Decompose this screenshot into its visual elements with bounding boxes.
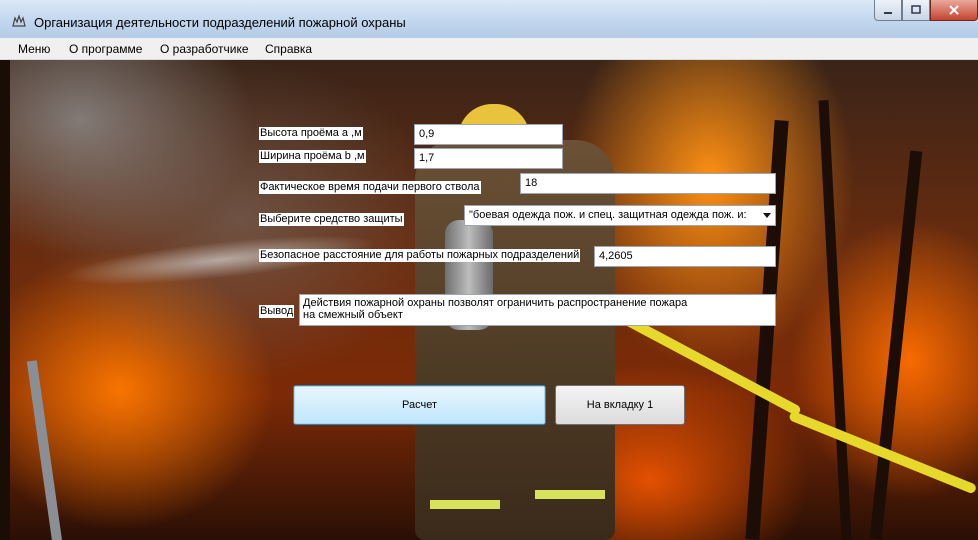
reflective-stripe <box>535 490 605 499</box>
close-button[interactable] <box>930 0 978 21</box>
menu-item-menu[interactable]: Меню <box>18 42 50 56</box>
firefighter-figure <box>415 140 615 540</box>
minimize-icon <box>884 12 892 14</box>
protection-select[interactable]: "боевая одежда пож. и спец. защитная оде… <box>464 205 776 226</box>
protection-label: Выберите средство защиты <box>259 213 404 226</box>
width-input[interactable]: 1,7 <box>414 148 563 169</box>
ladder-rail <box>26 360 64 540</box>
safe-distance-output[interactable]: 4,2605 <box>594 246 776 267</box>
minimize-button[interactable] <box>874 0 902 21</box>
maximize-icon <box>911 5 921 14</box>
burning-beam <box>869 150 923 540</box>
protection-selected-value: "боевая одежда пож. и спец. защитная оде… <box>469 209 747 221</box>
close-icon <box>949 5 959 15</box>
reflective-stripe <box>430 500 500 509</box>
calculate-button[interactable]: Расчет <box>293 385 546 425</box>
chevron-down-icon[interactable] <box>763 213 771 218</box>
maximize-button[interactable] <box>902 0 930 21</box>
burning-beam <box>818 100 852 540</box>
output-label: Вывод <box>259 305 295 318</box>
height-label: Высота проёма a ,м <box>259 127 363 140</box>
height-input[interactable]: 0,9 <box>414 124 563 145</box>
first-stream-time-input[interactable]: 18 <box>520 173 776 194</box>
window-controls <box>874 0 978 22</box>
title-bar: Организация деятельности подразделений п… <box>0 0 978 38</box>
to-tab1-button[interactable]: На вкладку 1 <box>555 385 685 425</box>
menu-item-help[interactable]: Справка <box>265 42 312 56</box>
first-stream-time-label: Фактическое время подачи первого ствола <box>259 181 481 194</box>
app-icon <box>12 14 26 27</box>
safe-distance-label: Безопасное расстояние для работы пожарны… <box>259 249 581 262</box>
menu-item-about-developer[interactable]: О разработчике <box>160 42 249 56</box>
menu-item-about-program[interactable]: О программе <box>69 42 142 56</box>
output-textbox[interactable]: Действия пожарной охраны позволят ограни… <box>299 294 776 326</box>
menu-bar: Меню О программе О разработчике Справка <box>0 38 978 60</box>
width-label: Ширина проёма b ,м <box>259 150 366 163</box>
window-title: Организация деятельности подразделений п… <box>34 15 406 30</box>
